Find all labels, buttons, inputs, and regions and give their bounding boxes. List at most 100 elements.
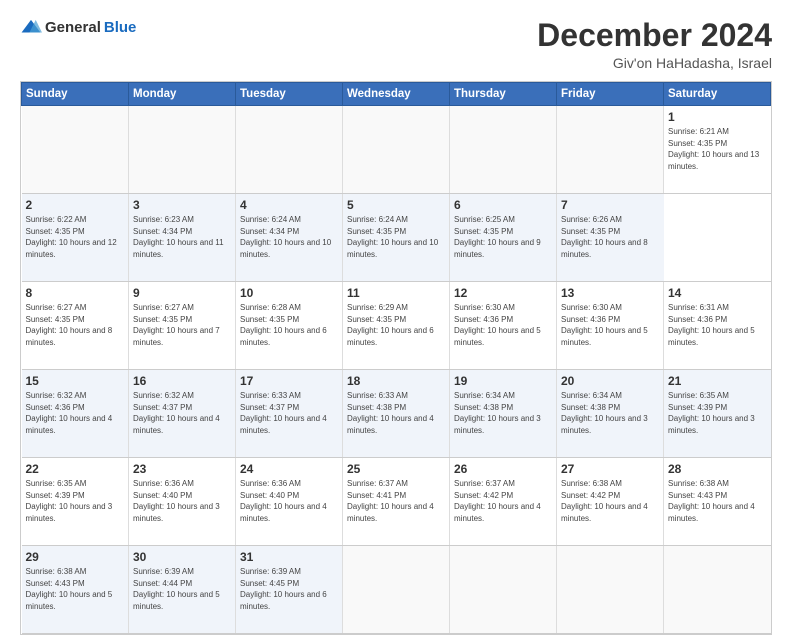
calendar-cell: 14 Sunrise: 6:31 AMSunset: 4:36 PMDayligh… bbox=[664, 282, 771, 370]
day-info: Sunrise: 6:34 AMSunset: 4:38 PMDaylight:… bbox=[454, 390, 552, 436]
day-info: Sunrise: 6:25 AMSunset: 4:35 PMDaylight:… bbox=[454, 214, 552, 260]
calendar-cell bbox=[343, 106, 450, 194]
calendar-cell: 17Sunrise: 6:33 AMSunset: 4:37 PMDayligh… bbox=[236, 370, 343, 458]
calendar-cell: 21Sunrise: 6:35 AMSunset: 4:39 PMDayligh… bbox=[664, 370, 771, 458]
calendar-cell bbox=[343, 546, 450, 634]
day-info: Sunrise: 6:23 AMSunset: 4:34 PMDaylight:… bbox=[133, 214, 231, 260]
day-number: 11 bbox=[347, 286, 445, 300]
calendar-cell: 20 Sunrise: 6:34 AMSunset: 4:38 PMDayligh… bbox=[557, 370, 664, 458]
calendar-cell: 10 Sunrise: 6:28 AMSunset: 4:35 PMDayligh… bbox=[236, 282, 343, 370]
calendar-cell: 18 Sunrise: 6:33 AMSunset: 4:38 PMDayligh… bbox=[343, 370, 450, 458]
day-info: Sunrise: 6:36 AMSunset: 4:40 PMDaylight:… bbox=[240, 478, 338, 524]
day-info: Sunrise: 6:38 AMSunset: 4:43 PMDaylight:… bbox=[668, 478, 767, 524]
day-number: 27 bbox=[561, 462, 659, 476]
day-info: Sunrise: 6:30 AMSunset: 4:36 PMDaylight:… bbox=[561, 302, 659, 348]
calendar-cell: 25Sunrise: 6:37 AMSunset: 4:41 PMDayligh… bbox=[343, 458, 450, 546]
calendar-cell: 7Sunrise: 6:26 AMSunset: 4:35 PMDaylight… bbox=[557, 194, 664, 282]
calendar-cell bbox=[557, 106, 664, 194]
calendar-cell: 22Sunrise: 6:35 AMSunset: 4:39 PMDayligh… bbox=[22, 458, 129, 546]
calendar-body: 1 Sunrise: 6:21 AMSunset: 4:35 PMDaylight… bbox=[22, 106, 771, 634]
day-header-monday: Monday bbox=[129, 83, 236, 106]
day-number: 14 bbox=[668, 286, 767, 300]
day-number: 25 bbox=[347, 462, 445, 476]
calendar-cell bbox=[450, 546, 557, 634]
day-number: 18 bbox=[347, 374, 445, 388]
logo-area: General Blue bbox=[20, 18, 136, 36]
day-number: 4 bbox=[240, 198, 338, 212]
day-number: 15 bbox=[26, 374, 125, 388]
day-number: 19 bbox=[454, 374, 552, 388]
day-header-friday: Friday bbox=[557, 83, 664, 106]
day-info: Sunrise: 6:31 AMSunset: 4:36 PMDaylight:… bbox=[668, 302, 767, 348]
day-number: 7 bbox=[561, 198, 660, 212]
month-title: December 2024 bbox=[537, 18, 772, 53]
calendar-cell: 9Sunrise: 6:27 AMSunset: 4:35 PMDaylight… bbox=[129, 282, 236, 370]
day-info: Sunrise: 6:28 AMSunset: 4:35 PMDaylight:… bbox=[240, 302, 338, 348]
day-info: Sunrise: 6:33 AMSunset: 4:37 PMDaylight:… bbox=[240, 390, 338, 436]
day-number: 16 bbox=[133, 374, 231, 388]
day-info: Sunrise: 6:35 AMSunset: 4:39 PMDaylight:… bbox=[668, 390, 767, 436]
calendar-cell: 8Sunrise: 6:27 AMSunset: 4:35 PMDaylight… bbox=[22, 282, 129, 370]
day-number: 10 bbox=[240, 286, 338, 300]
calendar-cell bbox=[129, 106, 236, 194]
day-number: 20 bbox=[561, 374, 659, 388]
day-info: Sunrise: 6:32 AMSunset: 4:37 PMDaylight:… bbox=[133, 390, 231, 436]
calendar-page: General Blue December 2024 Giv'on HaHada… bbox=[0, 0, 792, 612]
day-info: Sunrise: 6:39 AMSunset: 4:45 PMDaylight:… bbox=[240, 566, 338, 612]
calendar-week-row: 1 Sunrise: 6:21 AMSunset: 4:35 PMDaylight… bbox=[22, 106, 771, 194]
calendar-cell bbox=[450, 106, 557, 194]
day-number: 13 bbox=[561, 286, 659, 300]
calendar-cell: 24 Sunrise: 6:36 AMSunset: 4:40 PMDayligh… bbox=[236, 458, 343, 546]
title-area: December 2024 Giv'on HaHadasha, Israel bbox=[537, 18, 772, 71]
calendar-week-row: 2 Sunrise: 6:22 AMSunset: 4:35 PMDaylight… bbox=[22, 194, 771, 282]
day-info: Sunrise: 6:21 AMSunset: 4:35 PMDaylight:… bbox=[668, 126, 767, 172]
calendar-cell: 3 Sunrise: 6:23 AMSunset: 4:34 PMDaylight… bbox=[129, 194, 236, 282]
logo-blue: Blue bbox=[104, 19, 137, 36]
day-header-sunday: Sunday bbox=[22, 83, 129, 106]
calendar-cell: 12Sunrise: 6:30 AMSunset: 4:36 PMDayligh… bbox=[450, 282, 557, 370]
day-number: 8 bbox=[26, 286, 125, 300]
calendar-cell: 30Sunrise: 6:39 AMSunset: 4:44 PMDayligh… bbox=[129, 546, 236, 634]
day-number: 1 bbox=[668, 110, 767, 124]
day-number: 12 bbox=[454, 286, 552, 300]
calendar-cell: 15Sunrise: 6:32 AMSunset: 4:36 PMDayligh… bbox=[22, 370, 129, 458]
day-number: 31 bbox=[240, 550, 338, 564]
day-info: Sunrise: 6:37 AMSunset: 4:42 PMDaylight:… bbox=[454, 478, 552, 524]
calendar-table: SundayMondayTuesdayWednesdayThursdayFrid… bbox=[21, 82, 771, 634]
day-number: 29 bbox=[26, 550, 125, 564]
calendar-week-row: 8Sunrise: 6:27 AMSunset: 4:35 PMDaylight… bbox=[22, 282, 771, 370]
day-info: Sunrise: 6:33 AMSunset: 4:38 PMDaylight:… bbox=[347, 390, 445, 436]
calendar-cell: 16 Sunrise: 6:32 AMSunset: 4:37 PMDayligh… bbox=[129, 370, 236, 458]
day-info: Sunrise: 6:22 AMSunset: 4:35 PMDaylight:… bbox=[26, 214, 125, 260]
calendar-cell: 5Sunrise: 6:24 AMSunset: 4:35 PMDaylight… bbox=[343, 194, 450, 282]
calendar-cell: 19 Sunrise: 6:34 AMSunset: 4:38 PMDayligh… bbox=[450, 370, 557, 458]
day-info: Sunrise: 6:34 AMSunset: 4:38 PMDaylight:… bbox=[561, 390, 659, 436]
calendar-cell: 2 Sunrise: 6:22 AMSunset: 4:35 PMDaylight… bbox=[22, 194, 129, 282]
calendar-cell bbox=[236, 106, 343, 194]
day-number: 5 bbox=[347, 198, 445, 212]
day-info: Sunrise: 6:35 AMSunset: 4:39 PMDaylight:… bbox=[26, 478, 125, 524]
day-number: 23 bbox=[133, 462, 231, 476]
calendar-week-row: 15Sunrise: 6:32 AMSunset: 4:36 PMDayligh… bbox=[22, 370, 771, 458]
day-info: Sunrise: 6:24 AMSunset: 4:34 PMDaylight:… bbox=[240, 214, 338, 260]
calendar-cell bbox=[22, 106, 129, 194]
calendar-week-row: 29 Sunrise: 6:38 AMSunset: 4:43 PMDayligh… bbox=[22, 546, 771, 634]
day-number: 2 bbox=[26, 198, 125, 212]
calendar-cell: 26Sunrise: 6:37 AMSunset: 4:42 PMDayligh… bbox=[450, 458, 557, 546]
calendar-cell: 31 Sunrise: 6:39 AMSunset: 4:45 PMDayligh… bbox=[236, 546, 343, 634]
calendar-header: SundayMondayTuesdayWednesdayThursdayFrid… bbox=[22, 83, 771, 106]
day-header-saturday: Saturday bbox=[664, 83, 771, 106]
logo-icon bbox=[20, 18, 42, 36]
day-info: Sunrise: 6:38 AMSunset: 4:42 PMDaylight:… bbox=[561, 478, 659, 524]
days-header-row: SundayMondayTuesdayWednesdayThursdayFrid… bbox=[22, 83, 771, 106]
day-info: Sunrise: 6:38 AMSunset: 4:43 PMDaylight:… bbox=[26, 566, 125, 612]
day-number: 24 bbox=[240, 462, 338, 476]
day-info: Sunrise: 6:39 AMSunset: 4:44 PMDaylight:… bbox=[133, 566, 231, 612]
location: Giv'on HaHadasha, Israel bbox=[537, 55, 772, 71]
day-info: Sunrise: 6:36 AMSunset: 4:40 PMDaylight:… bbox=[133, 478, 231, 524]
calendar-cell: 6Sunrise: 6:25 AMSunset: 4:35 PMDaylight… bbox=[450, 194, 557, 282]
day-header-wednesday: Wednesday bbox=[343, 83, 450, 106]
day-number: 28 bbox=[668, 462, 767, 476]
day-number: 3 bbox=[133, 198, 231, 212]
calendar-week-row: 22Sunrise: 6:35 AMSunset: 4:39 PMDayligh… bbox=[22, 458, 771, 546]
